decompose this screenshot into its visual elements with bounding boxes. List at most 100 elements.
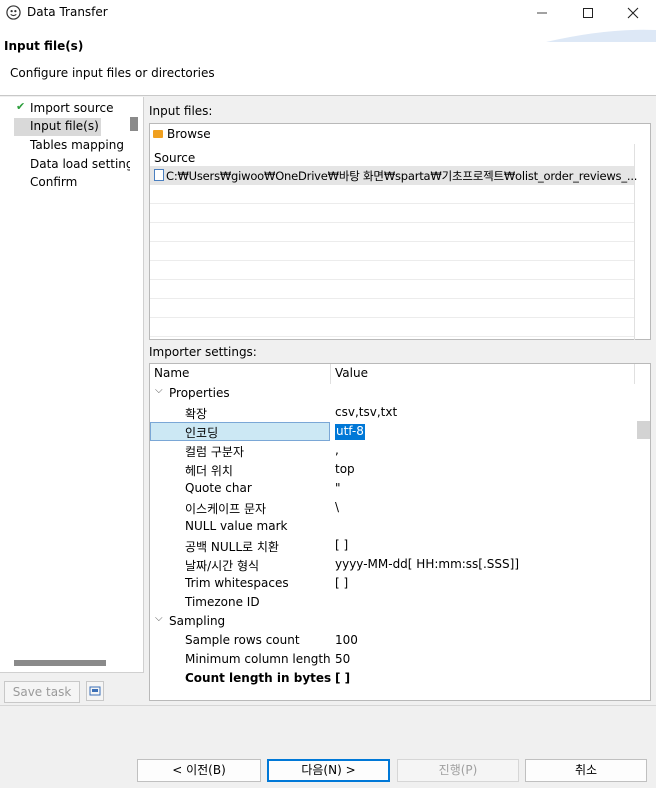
maximize-icon <box>583 8 593 18</box>
column-divider <box>634 364 635 384</box>
nav-footer: Save task <box>0 672 144 705</box>
setting-value[interactable]: \ <box>335 500 339 514</box>
setting-row[interactable]: 날짜/시간 형식 yyyy-MM-dd[ HH:mm:ss[.SSS]] <box>150 555 650 574</box>
proceed-button[interactable]: 진행(P) <box>397 759 519 782</box>
page-title: Input file(s) <box>4 39 84 53</box>
table-row[interactable]: C:₩Users₩giwoo₩OneDrive₩바탕 화면₩sparta₩기초프… <box>150 166 638 185</box>
task-config-button[interactable] <box>86 681 104 701</box>
next-button[interactable]: 다음(N) > <box>267 759 390 782</box>
dbeaver-icon <box>6 5 21 20</box>
setting-row[interactable]: Quote char " <box>150 479 650 498</box>
setting-name: 헤더 위치 <box>185 464 233 478</box>
name-column-header[interactable]: Name <box>154 366 189 380</box>
main-content: Input files: Browse Source C:₩Users₩giwo… <box>145 97 656 705</box>
setting-value[interactable]: 100 <box>335 633 358 647</box>
source-column-header[interactable]: Source <box>154 151 195 165</box>
header-banner-graphic <box>546 29 656 42</box>
setting-name: 공백 NULL로 치환 <box>185 540 279 554</box>
setting-value[interactable]: " <box>335 481 341 495</box>
importer-settings-label: Importer settings: <box>149 345 257 359</box>
source-path: C:₩Users₩giwoo₩OneDrive₩바탕 화면₩sparta₩기초프… <box>166 169 638 183</box>
setting-row[interactable]: 확장 csv,tsv,txt <box>150 403 650 422</box>
setting-row[interactable]: NULL value mark <box>150 517 650 536</box>
empty-row <box>150 185 634 204</box>
setting-name: 확장 <box>185 407 208 421</box>
browse-label: Browse <box>167 127 211 141</box>
browse-button[interactable]: Browse <box>153 127 211 143</box>
close-icon <box>627 7 639 19</box>
maximize-button[interactable] <box>565 0 611 26</box>
setting-row[interactable]: Count length in bytes [ ] <box>150 669 650 688</box>
table-header: Name Value <box>150 364 650 384</box>
nav-item-data-load-settings[interactable]: Data load settings <box>14 156 130 174</box>
group-label: Properties <box>169 386 230 400</box>
setting-name: Count length in bytes <box>185 671 332 685</box>
group-label: Sampling <box>169 614 226 628</box>
setting-row[interactable]: 이스케이프 문자 \ <box>150 498 650 517</box>
csv-file-icon <box>154 169 164 181</box>
chevron-down-icon: ⌵ <box>155 613 163 624</box>
setting-name: 컬럼 구분자 <box>185 445 245 459</box>
nav-vertical-scrollbar[interactable] <box>130 117 138 131</box>
settings-scrollbar-thumb[interactable] <box>637 421 650 439</box>
folder-icon <box>153 130 163 138</box>
back-button[interactable]: < 이전(B) <box>137 759 261 782</box>
setting-name: Trim whitespaces <box>185 576 289 590</box>
setting-name: Sample rows count <box>185 633 300 647</box>
setting-value[interactable]: yyyy-MM-dd[ HH:mm:ss[.SSS]] <box>335 557 519 571</box>
setting-row[interactable]: Trim whitespaces [ ] <box>150 574 650 593</box>
setting-value[interactable]: csv,tsv,txt <box>335 405 397 419</box>
column-divider <box>634 144 635 340</box>
save-settings-icon <box>89 686 101 696</box>
setting-row[interactable]: 공백 NULL로 치환 [ ] <box>150 536 650 555</box>
importer-settings-table: Name Value ⌵ Properties 확장 csv,tsv,txt 인… <box>149 363 651 701</box>
nav-item-label: Input file(s) <box>30 119 99 133</box>
setting-name: 날짜/시간 형식 <box>185 559 260 573</box>
setting-name: Quote char <box>185 481 252 495</box>
setting-row[interactable]: Sample rows count 100 <box>150 631 650 650</box>
setting-value[interactable]: 50 <box>335 652 350 666</box>
window-title: Data Transfer <box>27 5 108 19</box>
nav-item-label: Tables mapping <box>30 138 124 152</box>
minimize-button[interactable] <box>519 0 565 26</box>
setting-value[interactable]: [ ] <box>335 671 350 685</box>
nav-item-confirm[interactable]: Confirm <box>14 174 79 192</box>
nav-item-import-source[interactable]: ✔ Import source <box>14 100 116 118</box>
setting-row[interactable]: 헤더 위치 top <box>150 460 650 479</box>
encoding-input[interactable]: utf-8 <box>335 424 365 440</box>
setting-name: Timezone ID <box>185 595 260 609</box>
setting-value[interactable]: [ ] <box>335 576 348 590</box>
group-sampling[interactable]: ⌵ Sampling <box>150 612 650 631</box>
save-task-button[interactable]: Save task <box>4 681 80 703</box>
setting-value[interactable]: , <box>335 443 339 457</box>
cancel-button[interactable]: 취소 <box>525 759 647 782</box>
setting-row[interactable]: Timezone ID <box>150 593 650 612</box>
empty-row <box>150 280 634 299</box>
setting-value[interactable]: [ ] <box>335 538 348 552</box>
setting-name: 이스케이프 문자 <box>185 502 267 516</box>
input-files-panel: Browse Source C:₩Users₩giwoo₩OneDrive₩바탕… <box>149 123 651 340</box>
empty-row <box>150 204 634 223</box>
setting-value[interactable]: top <box>335 462 355 476</box>
setting-row[interactable]: 컬럼 구분자 , <box>150 441 650 460</box>
group-properties[interactable]: ⌵ Properties <box>150 384 650 403</box>
wizard-steps-panel: ✔ Import source Input file(s) Tables map… <box>0 97 144 705</box>
setting-row-selected[interactable]: 인코딩 utf-8 <box>150 422 650 441</box>
nav-item-input-files[interactable]: Input file(s) <box>14 118 101 136</box>
empty-row <box>150 261 634 280</box>
nav-item-tables-mapping[interactable]: Tables mapping <box>14 137 126 155</box>
column-divider <box>330 364 331 384</box>
empty-row <box>150 242 634 261</box>
nav-item-label: Data load settings <box>30 157 130 171</box>
close-button[interactable] <box>610 0 656 26</box>
nav-horizontal-scrollbar[interactable] <box>14 660 106 666</box>
empty-row <box>150 223 634 242</box>
value-column-header[interactable]: Value <box>335 366 368 380</box>
wizard-footer: < 이전(B) 다음(N) > 진행(P) 취소 <box>0 705 656 788</box>
empty-row <box>150 318 634 337</box>
setting-name: Minimum column length <box>185 652 331 666</box>
setting-name: NULL value mark <box>185 519 288 533</box>
setting-row[interactable]: Minimum column length 50 <box>150 650 650 669</box>
title-bar: Data Transfer <box>0 0 656 26</box>
input-files-label: Input files: <box>149 104 213 118</box>
